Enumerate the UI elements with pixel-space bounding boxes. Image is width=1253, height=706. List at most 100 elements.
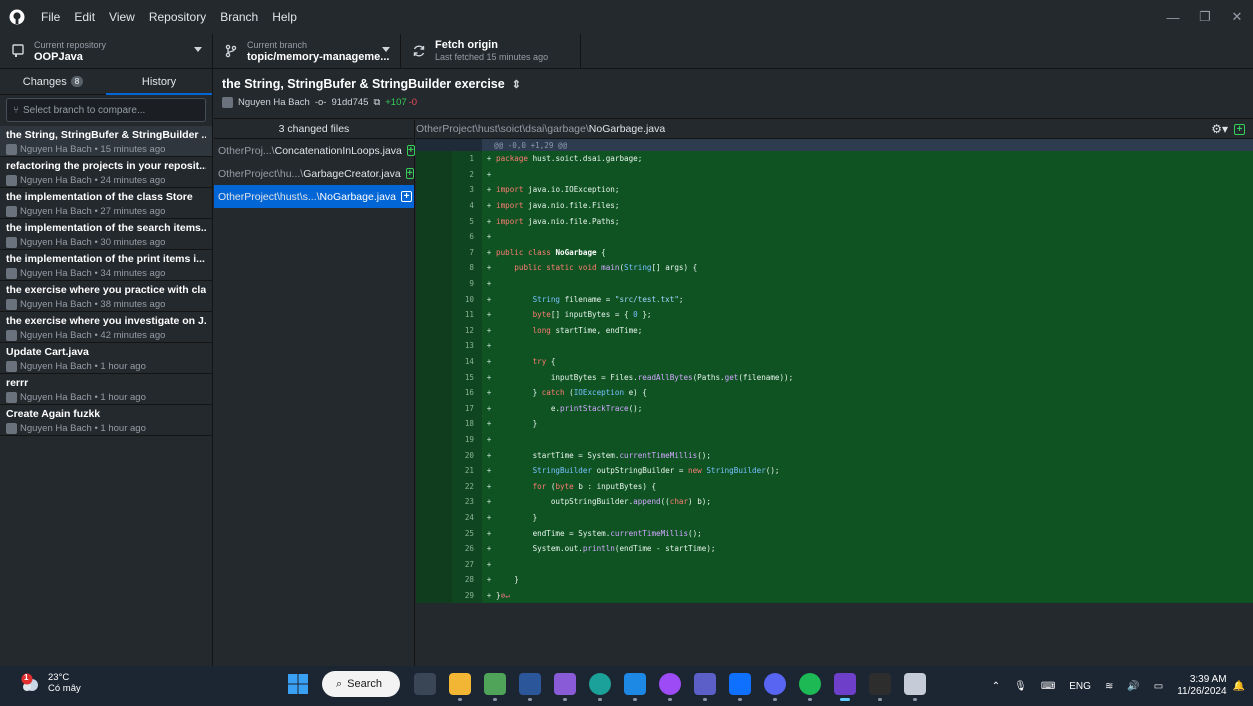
chevron-down-icon: [382, 47, 390, 52]
file-added-icon: +: [1234, 123, 1245, 135]
file-item[interactable]: OtherProj...\ ConcatenationInLoops.java +: [214, 139, 415, 162]
notification-bell-icon[interactable]: 🔔: [1233, 681, 1245, 692]
fetch-origin-button[interactable]: Fetch origin Last fetched 15 minutes ago: [401, 34, 581, 68]
line-number: 12: [464, 325, 474, 335]
search-icon: ⌕: [336, 677, 343, 690]
branch-compare-input[interactable]: ⑂ Select branch to compare...: [6, 98, 206, 122]
github-desktop-icon[interactable]: [834, 673, 856, 701]
keyboard-icon[interactable]: ⌨: [1041, 681, 1055, 692]
file-item[interactable]: OtherProject\hu...\ GarbageCreator.java +: [214, 162, 414, 185]
commit-item[interactable]: the exercise where you practice with cla…: [0, 281, 212, 312]
diff-line: 12 + long startTime, endTime;: [416, 322, 1253, 339]
diff-line: 27 +: [416, 556, 1253, 573]
vscode-icon[interactable]: [624, 673, 646, 701]
menu-repository[interactable]: Repository: [142, 0, 213, 34]
commit-item[interactable]: refactoring the projects in your reposit…: [0, 157, 212, 188]
messenger-icon[interactable]: [659, 673, 681, 701]
diff-line: 15 + inputBytes = Files.readAllBytes(Path…: [416, 369, 1253, 385]
diff-path-dir: OtherProject\hust\soict\dsai\garbage\: [416, 123, 589, 135]
line-number: 7: [469, 247, 474, 257]
commit-item[interactable]: the implementation of the print items i.…: [0, 250, 212, 281]
line-number: 21: [464, 466, 474, 476]
commit-item[interactable]: rerrr Nguyen Ha Bach • 1 hour ago: [0, 374, 212, 405]
tab-changes[interactable]: Changes 8: [0, 69, 106, 94]
microphone-icon[interactable]: 🎙: [1014, 681, 1027, 692]
snipping-tool-icon[interactable]: [904, 673, 926, 701]
commit-title: the implementation of the search items..…: [6, 222, 206, 234]
avatar: [6, 268, 17, 279]
commit-meta: Nguyen Ha Bach • 24 minutes ago: [20, 175, 166, 186]
fetch-status: Last fetched 15 minutes ago: [435, 52, 549, 62]
file-item[interactable]: OtherProject\hust\s...\ NoGarbage.java +: [214, 185, 414, 208]
line-number: 8: [469, 263, 474, 273]
commit-item[interactable]: the implementation of the class Store Ng…: [0, 188, 212, 219]
line-number: 29: [464, 590, 474, 600]
commit-title: refactoring the projects in your reposit…: [6, 160, 206, 172]
photos-icon[interactable]: [484, 673, 506, 701]
teams-icon[interactable]: [694, 673, 716, 701]
commit-title: Update Cart.java: [6, 346, 89, 358]
menu-file[interactable]: File: [34, 0, 67, 34]
app-icon[interactable]: [869, 673, 891, 701]
current-repository-button[interactable]: Current repository OOPJava: [0, 34, 213, 68]
language-indicator[interactable]: ENG: [1069, 681, 1091, 692]
current-branch-button[interactable]: Current branch topic/memory-manageme...: [213, 34, 401, 68]
spotify-icon[interactable]: [799, 673, 821, 701]
menu-help[interactable]: Help: [265, 0, 304, 34]
commit-item[interactable]: Create Again fuzkk Nguyen Ha Bach • 1 ho…: [0, 405, 212, 436]
repo-name: OOPJava: [34, 51, 83, 63]
diff-line: 8 + public static void main(String[] args…: [416, 260, 1253, 276]
commit-item[interactable]: the String, StringBufer & StringBuilder …: [0, 126, 212, 157]
line-number: 4: [469, 201, 474, 211]
line-number: 26: [464, 544, 474, 554]
diff-line: 6 +: [416, 228, 1253, 245]
no-newline-icon: ⊘↵: [500, 590, 510, 600]
volume-icon[interactable]: 🔊: [1127, 681, 1139, 692]
edge-icon[interactable]: [589, 673, 611, 701]
file-added-icon: +: [401, 191, 413, 202]
commit-item[interactable]: the implementation of the search items..…: [0, 219, 212, 250]
weather-widget[interactable]: 1 23°C Có mây: [20, 672, 81, 694]
commit-list: the String, StringBufer & StringBuilder …: [0, 126, 212, 436]
expand-icon[interactable]: ⇕: [512, 78, 521, 91]
diff-line: 20 + startTime = System.currentTimeMillis…: [416, 447, 1253, 463]
gear-icon[interactable]: ⚙▾: [1211, 122, 1228, 136]
line-number: 23: [464, 497, 474, 507]
menu-view[interactable]: View: [102, 0, 142, 34]
github-logo-icon: [0, 0, 34, 34]
minimize-button[interactable]: —: [1157, 0, 1189, 34]
diff-line: 24 + }: [416, 509, 1253, 526]
zalo-icon[interactable]: [729, 673, 751, 701]
file-explorer-icon[interactable]: [449, 673, 471, 701]
wifi-icon[interactable]: ≋: [1105, 681, 1113, 692]
battery-icon[interactable]: ▭: [1154, 681, 1163, 692]
tab-history[interactable]: History: [106, 69, 212, 95]
menu-edit[interactable]: Edit: [67, 0, 102, 34]
menu-branch[interactable]: Branch: [213, 0, 265, 34]
branch-label: Current branch: [247, 40, 308, 50]
word-icon[interactable]: [519, 673, 541, 701]
commit-item[interactable]: the exercise where you investigate on J.…: [0, 312, 212, 343]
visual-studio-icon[interactable]: [554, 673, 576, 701]
title-bar: File Edit View Repository Branch Help — …: [0, 0, 1253, 34]
taskbar-search[interactable]: ⌕ Search: [322, 671, 400, 697]
taskbar-search-label: Search: [347, 678, 383, 690]
diff-line: 1 + package hust.soict.dsai.garbage;: [416, 151, 1253, 167]
clock[interactable]: 3:39 AM 11/26/2024: [1177, 674, 1226, 698]
task-view-icon[interactable]: [414, 673, 436, 695]
restore-button[interactable]: ❐: [1189, 0, 1221, 34]
branch-compare-placeholder: Select branch to compare...: [23, 104, 146, 116]
line-number: 10: [464, 294, 474, 304]
windows-start-icon[interactable]: [287, 673, 309, 695]
line-number: 19: [464, 434, 474, 444]
discord-icon[interactable]: [764, 673, 786, 701]
line-number: 18: [464, 419, 474, 429]
commit-meta: Nguyen Ha Bach • 27 minutes ago: [20, 206, 166, 217]
diff-line: 16 + } catch (IOException e) {: [416, 384, 1253, 401]
copy-icon[interactable]: ⧉: [373, 97, 380, 108]
file-dir: OtherProj...\: [218, 144, 275, 157]
chevron-up-icon[interactable]: ⌃: [992, 681, 1000, 692]
diff-line: 7 + public class NoGarbage {: [416, 244, 1253, 261]
close-button[interactable]: ✕: [1221, 0, 1253, 34]
commit-item[interactable]: Update Cart.java Nguyen Ha Bach • 1 hour…: [0, 343, 212, 374]
